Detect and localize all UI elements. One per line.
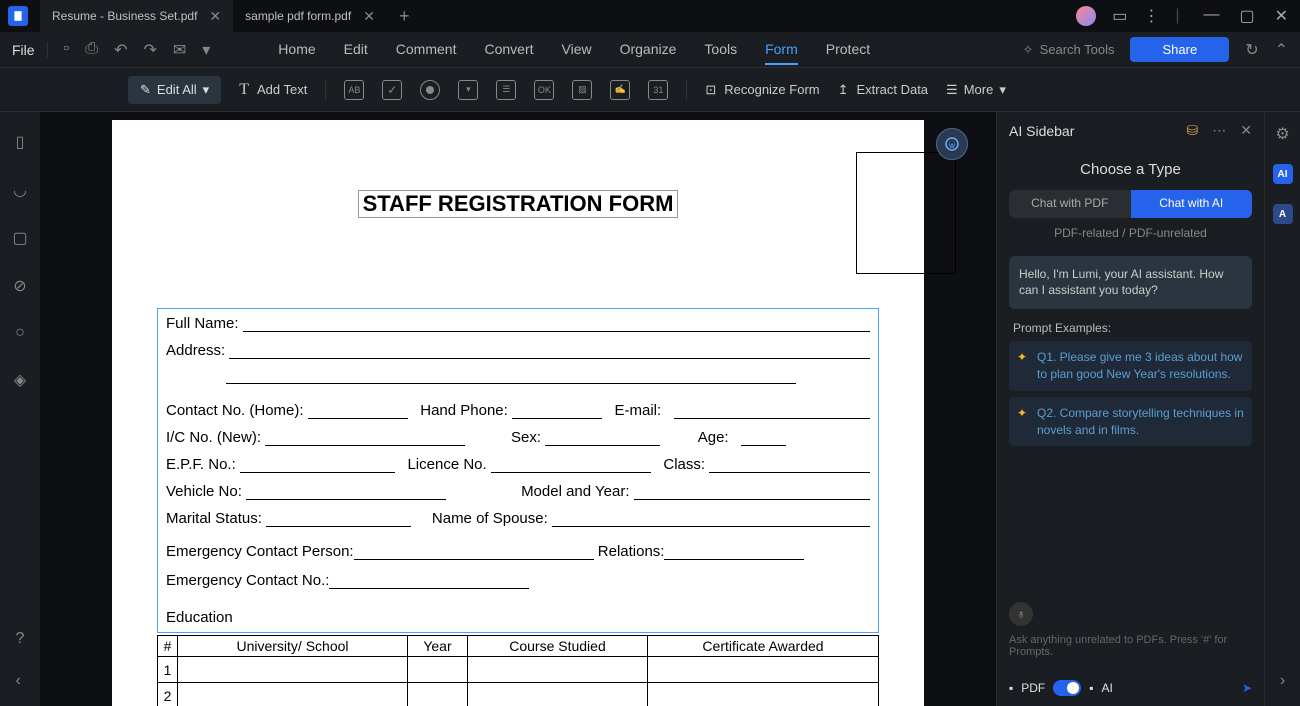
redo-icon[interactable]: ↷ bbox=[143, 40, 156, 60]
new-tab-button[interactable]: + bbox=[387, 6, 422, 27]
menu-tools[interactable]: Tools bbox=[704, 35, 737, 65]
save-icon[interactable]: ▫ bbox=[64, 40, 70, 60]
pdf-related-label: PDF-related / PDF-unrelated bbox=[1009, 226, 1252, 240]
send-icon[interactable]: ➤ bbox=[1242, 681, 1252, 695]
chevron-down-icon: ▾ bbox=[999, 82, 1006, 98]
close-button[interactable]: ✕ bbox=[1275, 6, 1288, 26]
menu-comment[interactable]: Comment bbox=[396, 35, 457, 65]
form-title: STAFF REGISTRATION FORM bbox=[358, 190, 679, 218]
edit-all-button[interactable]: ✎ Edit All ▾ bbox=[128, 76, 221, 104]
prompt-example-q1[interactable]: Q1. Please give me 3 ideas about how to … bbox=[1009, 341, 1252, 391]
bookmark-icon[interactable]: ◡ bbox=[13, 180, 27, 200]
search-icon[interactable]: ○ bbox=[15, 324, 25, 342]
layers-icon[interactable]: ◈ bbox=[14, 370, 26, 390]
choose-type-heading: Choose a Type bbox=[1009, 161, 1252, 178]
tab-resume[interactable]: Resume - Business Set.pdf ✕ bbox=[40, 0, 233, 32]
table-row[interactable]: 1 bbox=[158, 657, 879, 683]
pdf-page: STAFF REGISTRATION FORM Full Name: Addre… bbox=[112, 120, 924, 706]
education-heading: Education bbox=[166, 609, 870, 626]
search-tools[interactable]: ✧ Search Tools bbox=[1023, 42, 1115, 58]
menu-view[interactable]: View bbox=[562, 35, 592, 65]
education-table: # University/ School Year Course Studied… bbox=[157, 635, 879, 706]
dropdown-icon[interactable]: ▾ bbox=[458, 80, 478, 100]
extract-data-button[interactable]: ↥ Extract Data bbox=[838, 82, 928, 98]
ai-greeting: Hello, I'm Lumi, your AI assistant. How … bbox=[1009, 256, 1252, 310]
menu-form[interactable]: Form bbox=[765, 35, 798, 65]
floating-tool-icon[interactable]: w bbox=[936, 128, 968, 160]
more-button[interactable]: ☰ More ▾ bbox=[946, 82, 1006, 98]
radio-icon[interactable] bbox=[420, 80, 440, 100]
prompt-example-q2[interactable]: Q2. Compare storytelling techniques in n… bbox=[1009, 397, 1252, 447]
pdf-mode-icon: ▪ bbox=[1009, 681, 1013, 695]
avatar[interactable] bbox=[1076, 6, 1096, 26]
chevron-down-icon: ▾ bbox=[203, 82, 210, 98]
ai-mode-label: AI bbox=[1102, 681, 1113, 695]
tab-label: Resume - Business Set.pdf bbox=[52, 9, 197, 23]
text-field-icon[interactable]: AB bbox=[344, 80, 364, 100]
undo-icon[interactable]: ↶ bbox=[114, 40, 127, 60]
list-icon[interactable]: ☰ bbox=[496, 80, 516, 100]
comment-panel-icon[interactable]: ▢ bbox=[12, 228, 27, 248]
wand-icon: ✧ bbox=[1023, 42, 1034, 58]
scan-icon: ⊡ bbox=[705, 82, 716, 98]
form-fields-area[interactable]: Full Name: Address: Contact No. (Home): … bbox=[157, 308, 879, 633]
more-icon[interactable]: ⋯ bbox=[1212, 122, 1226, 139]
chat-icon[interactable]: ▭ bbox=[1112, 6, 1127, 26]
share-button[interactable]: Share bbox=[1130, 37, 1229, 62]
ai-sidebar-title: AI Sidebar bbox=[1009, 123, 1074, 139]
app-icon bbox=[8, 6, 28, 26]
print-icon[interactable]: ⎙ bbox=[85, 40, 98, 60]
mode-toggle[interactable] bbox=[1053, 680, 1081, 696]
svg-text:w: w bbox=[948, 141, 955, 150]
tab-label: sample pdf form.pdf bbox=[245, 9, 351, 23]
sync-icon[interactable]: ↻ bbox=[1245, 40, 1258, 60]
pencil-icon: ✎ bbox=[140, 82, 151, 98]
table-row[interactable]: 2 bbox=[158, 683, 879, 706]
ask-hint: Ask anything unrelated to PDFs. Press '#… bbox=[1009, 634, 1252, 658]
settings-icon[interactable]: ⚙ bbox=[1275, 124, 1289, 144]
minimize-button[interactable]: — bbox=[1203, 6, 1219, 26]
chat-with-pdf-option[interactable]: Chat with PDF bbox=[1009, 190, 1131, 218]
bulb-icon[interactable]: ♁ bbox=[1009, 602, 1033, 626]
menu-icon: ☰ bbox=[946, 82, 958, 98]
button-icon[interactable]: OK bbox=[534, 80, 554, 100]
prompt-examples-heading: Prompt Examples: bbox=[1009, 321, 1252, 335]
close-icon[interactable]: ✕ bbox=[363, 8, 375, 25]
tab-sample[interactable]: sample pdf form.pdf ✕ bbox=[233, 0, 387, 32]
thumbnails-icon[interactable]: ▯ bbox=[16, 132, 25, 152]
date-icon[interactable]: 31 bbox=[648, 80, 668, 100]
image-icon[interactable]: ▨ bbox=[572, 80, 592, 100]
pdf-mode-label: PDF bbox=[1021, 681, 1045, 695]
mail-icon[interactable]: ✉ bbox=[173, 40, 186, 60]
chat-with-ai-option[interactable]: Chat with AI bbox=[1131, 190, 1253, 218]
expand-icon[interactable]: ▾ bbox=[202, 40, 210, 60]
expand-right-icon[interactable]: › bbox=[1280, 672, 1285, 689]
file-menu[interactable]: File bbox=[12, 42, 48, 58]
translate-icon[interactable]: A bbox=[1273, 204, 1293, 224]
signature-icon[interactable]: ✍ bbox=[610, 80, 630, 100]
upload-icon: ↥ bbox=[838, 82, 849, 98]
help-icon[interactable]: ? bbox=[16, 630, 25, 648]
text-icon: T bbox=[239, 81, 249, 99]
recognize-form-button[interactable]: ⊡ Recognize Form bbox=[705, 82, 819, 98]
maximize-button[interactable]: ▢ bbox=[1239, 6, 1254, 26]
attachment-icon[interactable]: ⊘ bbox=[13, 276, 26, 296]
ai-mode-icon: ▪ bbox=[1089, 681, 1093, 695]
menu-protect[interactable]: Protect bbox=[826, 35, 870, 65]
close-icon[interactable]: ✕ bbox=[1240, 122, 1252, 139]
menu-home[interactable]: Home bbox=[278, 35, 315, 65]
collapse-left-icon[interactable]: ‹ bbox=[16, 672, 25, 690]
menu-convert[interactable]: Convert bbox=[484, 35, 533, 65]
menu-organize[interactable]: Organize bbox=[620, 35, 677, 65]
kebab-icon[interactable]: ⋮ bbox=[1143, 6, 1159, 26]
menu-edit[interactable]: Edit bbox=[344, 35, 368, 65]
checkbox-icon[interactable] bbox=[382, 80, 402, 100]
collapse-icon[interactable]: ⌃ bbox=[1275, 40, 1288, 60]
add-text-button[interactable]: T Add Text bbox=[239, 81, 307, 99]
ai-badge-icon[interactable]: AI bbox=[1273, 164, 1293, 184]
close-icon[interactable]: ✕ bbox=[209, 8, 221, 25]
cart-icon[interactable]: ⛁ bbox=[1187, 122, 1199, 139]
